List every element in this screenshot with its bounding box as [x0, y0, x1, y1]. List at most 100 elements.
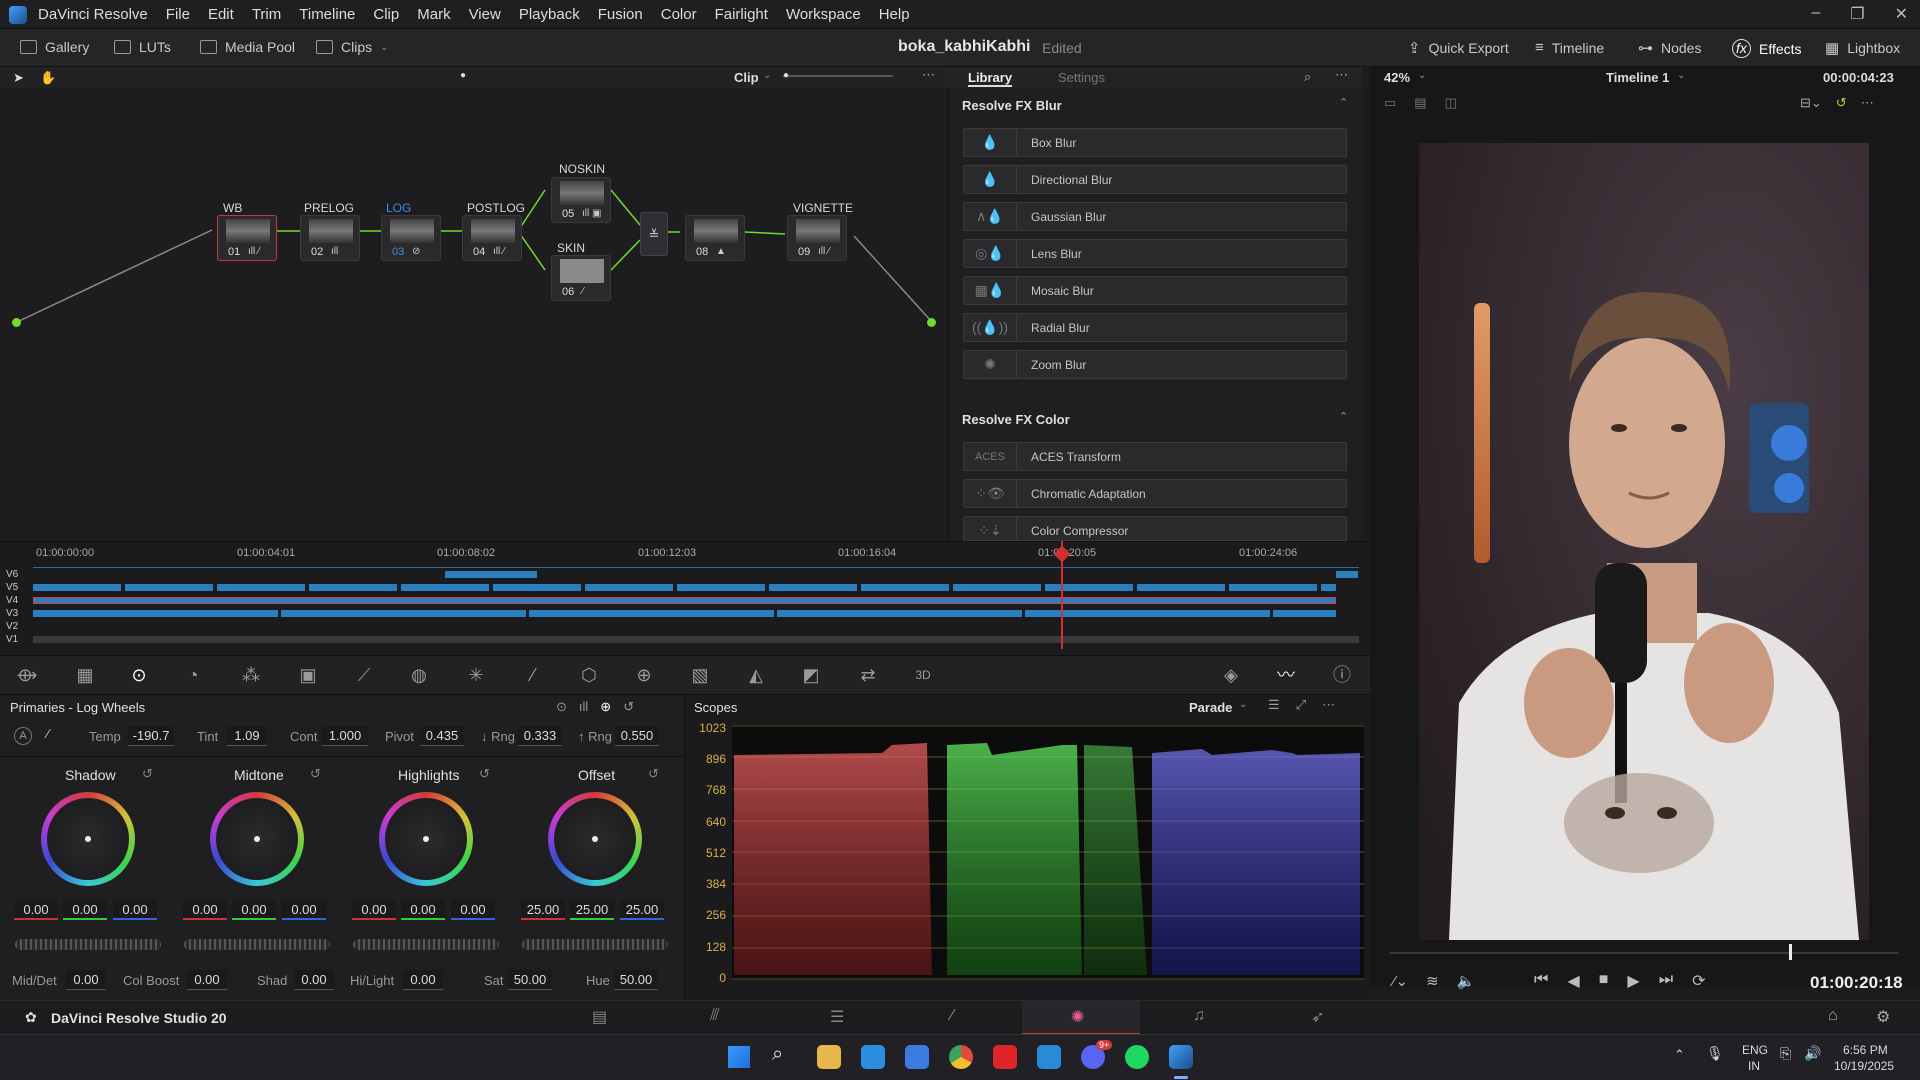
- clock-time[interactable]: 6:56 PM: [1843, 1043, 1888, 1057]
- chevron-up-icon[interactable]: ⌃: [1674, 1047, 1685, 1063]
- effects-toggle-button[interactable]: fx Effects: [1732, 39, 1802, 58]
- media-page-icon[interactable]: ▤: [592, 1007, 607, 1027]
- close-icon[interactable]: ✕: [1895, 4, 1908, 24]
- fx-directional-blur[interactable]: 💧 Directional Blur: [963, 165, 1347, 194]
- expand-icon[interactable]: ⤢: [1296, 697, 1306, 713]
- wheel-handle[interactable]: [592, 836, 598, 842]
- node-03[interactable]: 03 ⊘: [381, 215, 441, 261]
- eyedropper-icon[interactable]: ⁄: [47, 726, 49, 741]
- more-options-icon[interactable]: ⋯: [1322, 697, 1335, 713]
- layers-icon[interactable]: ≋: [1426, 972, 1439, 990]
- clip-v6[interactable]: [1336, 571, 1358, 578]
- edit-page-icon[interactable]: ☰: [830, 1007, 844, 1027]
- viewer-zoom-select[interactable]: 42%: [1384, 70, 1410, 85]
- hilight-field[interactable]: 0.00: [403, 970, 443, 990]
- shadow-b[interactable]: 0.00: [113, 900, 157, 920]
- highlights-g[interactable]: 0.00: [401, 900, 445, 920]
- node-04[interactable]: 04 ıll ⁄: [462, 215, 522, 261]
- middet-field[interactable]: 0.00: [66, 970, 106, 990]
- microsoft-store-icon[interactable]: [905, 1045, 929, 1069]
- timeline-toggle-button[interactable]: ≡ Timeline: [1535, 39, 1604, 56]
- color-warper-icon[interactable]: ◍: [408, 664, 430, 686]
- spotify-icon[interactable]: [1125, 1045, 1149, 1069]
- minimize-icon[interactable]: –: [1811, 4, 1820, 24]
- highlights-wheel[interactable]: [379, 792, 473, 886]
- highlights-b[interactable]: 0.00: [451, 900, 495, 920]
- midtone-r[interactable]: 0.00: [183, 900, 227, 920]
- shadow-r[interactable]: 0.00: [14, 900, 58, 920]
- microphone-icon[interactable]: 🎙: [1706, 1045, 1724, 1062]
- jump-end-icon[interactable]: ⏭: [1659, 971, 1673, 991]
- contrast-field[interactable]: 1.000: [322, 726, 368, 746]
- eyedropper-icon[interactable]: ⁄⌄: [1393, 972, 1408, 990]
- speaker-icon[interactable]: 🔊: [1804, 1045, 1821, 1062]
- offset-wheel[interactable]: [548, 792, 642, 886]
- clips-v3[interactable]: [33, 610, 1336, 617]
- highlights-master-jog[interactable]: [353, 939, 499, 950]
- play-reverse-icon[interactable]: ◀: [1567, 971, 1579, 991]
- fx-chromatic-adaptation[interactable]: ⁘👁 Chromatic Adaptation: [963, 479, 1347, 508]
- offset-master-jog[interactable]: [522, 939, 668, 950]
- viewer-mode-icon[interactable]: ⊟⌄: [1800, 95, 1822, 111]
- fairlight-page-icon[interactable]: ♫: [1193, 1007, 1205, 1025]
- temp-field[interactable]: -190.7: [128, 726, 174, 746]
- midtone-b[interactable]: 0.00: [282, 900, 326, 920]
- reset-icon[interactable]: ↺: [648, 766, 659, 782]
- viewer-scrubber[interactable]: [1390, 952, 1898, 954]
- dropbox-icon[interactable]: [861, 1045, 885, 1069]
- tint-field[interactable]: 1.09: [227, 726, 267, 746]
- saturation-field[interactable]: 50.00: [508, 970, 552, 990]
- keyframes-icon[interactable]: ◈: [1220, 664, 1242, 686]
- midtone-master-jog[interactable]: [184, 939, 330, 950]
- cut-page-icon[interactable]: ⫻: [710, 1007, 720, 1025]
- 3d-icon[interactable]: 3D: [912, 664, 934, 686]
- hue-field[interactable]: 50.00: [614, 970, 658, 990]
- fx-gaussian-blur[interactable]: ∧💧 Gaussian Blur: [963, 202, 1347, 231]
- output-port[interactable]: [927, 318, 936, 327]
- wheel-handle[interactable]: [85, 836, 91, 842]
- reset-icon[interactable]: ↺: [479, 766, 490, 782]
- clips-v4-selected[interactable]: [33, 597, 1336, 604]
- wheel-handle[interactable]: [254, 836, 260, 842]
- blur-icon[interactable]: ◭: [745, 664, 767, 686]
- colboost-field[interactable]: 0.00: [187, 970, 227, 990]
- layer-mixer-node[interactable]: ≚: [640, 212, 668, 256]
- node-05[interactable]: 05 ıll ▣: [551, 177, 611, 223]
- home-icon[interactable]: ⌂: [1828, 1007, 1838, 1025]
- nodes-toggle-button[interactable]: ⊶ Nodes: [1638, 39, 1701, 57]
- reset-icon[interactable]: ↺: [623, 699, 634, 715]
- high-range-field[interactable]: 0.550: [615, 726, 659, 746]
- clips-v1[interactable]: [33, 636, 1359, 643]
- magic-mask-icon[interactable]: ▧: [689, 664, 711, 686]
- vscode-icon[interactable]: [1037, 1045, 1061, 1069]
- low-range-field[interactable]: 0.333: [518, 726, 562, 746]
- bars-mode-icon[interactable]: ıll: [579, 699, 588, 715]
- clock-date[interactable]: 10/19/2025: [1834, 1059, 1894, 1073]
- log-mode-icon[interactable]: ⊕: [600, 699, 611, 715]
- node-02[interactable]: 02 ıll: [300, 215, 360, 261]
- windows-start-icon[interactable]: [728, 1046, 750, 1068]
- shadow-g[interactable]: 0.00: [63, 900, 107, 920]
- settings-gear-icon[interactable]: ⚙: [1876, 1007, 1890, 1027]
- more-options-icon[interactable]: ⋯: [1861, 95, 1874, 111]
- compare-viewer-icon[interactable]: ◫: [1445, 95, 1457, 111]
- fx-color-compressor[interactable]: ⁘⇣ Color Compressor: [963, 516, 1347, 541]
- scope-settings-icon[interactable]: ☰: [1268, 697, 1280, 713]
- rgb-mixer-icon[interactable]: ⁂: [240, 664, 262, 686]
- input-language[interactable]: ENG: [1742, 1043, 1768, 1057]
- reset-icon[interactable]: ↺: [310, 766, 321, 782]
- deliver-page-icon[interactable]: ➶: [1311, 1007, 1324, 1027]
- lightbox-button[interactable]: ▦ Lightbox: [1825, 39, 1900, 57]
- chrome-icon[interactable]: [949, 1045, 973, 1069]
- offset-b[interactable]: 25.00: [620, 900, 664, 920]
- clips-v5[interactable]: [33, 584, 1336, 591]
- primaries-wheels-icon[interactable]: ⊙: [128, 664, 150, 686]
- search-icon[interactable]: ⌕: [1304, 69, 1311, 85]
- pivot-field[interactable]: 0.435: [420, 726, 464, 746]
- fx-mosaic-blur[interactable]: ▦💧 Mosaic Blur: [963, 276, 1347, 305]
- loop-icon[interactable]: ⟳: [1692, 971, 1705, 991]
- highlights-r[interactable]: 0.00: [352, 900, 396, 920]
- wheels-mode-icon[interactable]: ⊙: [556, 699, 567, 715]
- offset-r[interactable]: 25.00: [521, 900, 565, 920]
- davinci-resolve-taskbar-icon[interactable]: [1169, 1045, 1193, 1069]
